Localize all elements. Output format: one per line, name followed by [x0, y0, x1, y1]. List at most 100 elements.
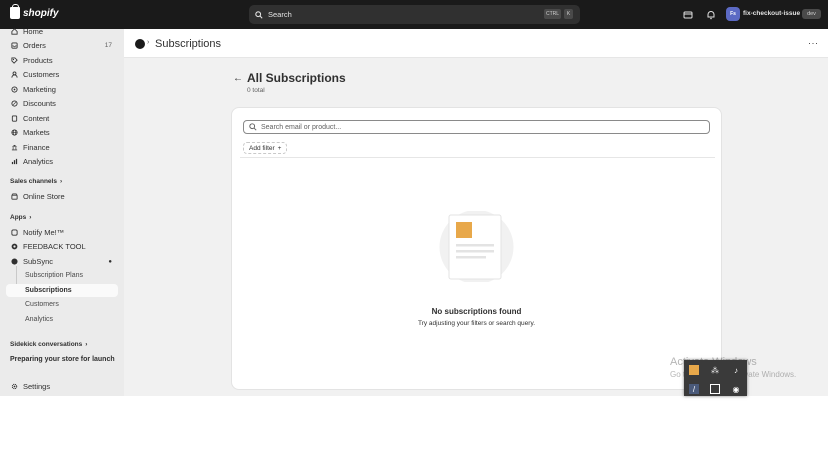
orders-count: 17	[104, 42, 112, 49]
sidebar-item-label: FEEDBACK TOOL	[23, 242, 86, 251]
search-placeholder: Search email or product...	[261, 123, 342, 131]
app-header-title: Subscriptions	[155, 38, 222, 50]
global-search[interactable]: Search CTRL K	[249, 5, 580, 24]
document-icon	[11, 115, 18, 122]
sidebar-item-label: Finance	[23, 143, 50, 152]
search-input[interactable]: Search email or product...	[243, 120, 710, 134]
breadcrumb-chevron-icon: ›	[147, 39, 150, 46]
store-name[interactable]: fix-checkout-issue	[743, 10, 800, 17]
app-tray-icon[interactable]	[689, 365, 699, 375]
sidebar-item-label: Markets	[23, 128, 50, 137]
search-icon	[255, 10, 263, 19]
sidebar-item-label: Online Store	[23, 192, 65, 201]
globe-icon	[11, 129, 18, 136]
empty-state-subtitle: Try adjusting your filters or search que…	[417, 320, 536, 327]
add-filter-button[interactable]: Add filter +	[243, 142, 288, 154]
shopify-logo[interactable]: shopify	[10, 4, 59, 19]
network-icon[interactable]: ⁂	[710, 365, 720, 375]
sidebar-item-label: Settings	[23, 382, 51, 391]
chevron-right-icon: ›	[85, 341, 88, 348]
target-icon	[11, 86, 18, 93]
steam-icon[interactable]: ◉	[731, 384, 741, 394]
app-icon	[11, 243, 18, 250]
sidebar-item-label: Analytics	[23, 157, 54, 166]
logo-text: shopify	[23, 7, 59, 19]
apps-heading[interactable]: Apps ›	[10, 214, 31, 221]
sidebar-subitem-label: Subscription Plans	[25, 272, 83, 279]
apps-label: Apps	[10, 214, 27, 221]
sidebar-subitem-label: Analytics	[25, 316, 54, 323]
sidebar-item-customers[interactable]: Customers	[6, 68, 118, 81]
app-icon	[11, 258, 18, 265]
home-icon	[11, 28, 18, 35]
sidebar-item-label: Notify Me!™	[23, 228, 65, 237]
sidebar-item-subsync[interactable]: SubSync ●	[6, 255, 118, 268]
sidebar-item-label: Content	[23, 114, 50, 123]
tag-icon	[11, 57, 18, 64]
app-header	[124, 29, 828, 58]
sidebar-item-label: Discounts	[23, 99, 56, 108]
gear-icon	[11, 383, 18, 390]
sidebar-item-markets[interactable]: Markets	[6, 126, 118, 139]
search-icon	[249, 123, 257, 131]
sidekick-label: Sidekick conversations	[10, 341, 83, 348]
sidebar-item-label: Orders	[23, 41, 46, 50]
chevron-right-icon: ›	[29, 214, 32, 221]
bottom-area	[0, 396, 828, 466]
sidebar-item-products[interactable]: Products	[6, 54, 118, 67]
sidebar-subitem-subscriptions[interactable]: Subscriptions	[6, 284, 118, 297]
launch-prep-link[interactable]: Preparing your store for launch	[10, 356, 115, 363]
sidebar-item-finance[interactable]: Finance	[6, 141, 118, 154]
sidebar-item-analytics[interactable]: Analytics	[6, 155, 118, 168]
top-bar: shopify Search CTRL K Fs fix-checkout-is…	[0, 0, 828, 29]
storefront-icon	[11, 193, 18, 200]
inbox-icon	[11, 42, 18, 49]
sidebar-item-orders[interactable]: Orders 17	[6, 39, 118, 52]
shortcut-k: K	[564, 9, 573, 19]
sales-channels-label: Sales channels	[10, 178, 57, 185]
sidebar-item-label: Customers	[23, 70, 60, 79]
bell-icon[interactable]	[704, 8, 717, 21]
bank-icon	[11, 144, 18, 151]
sidebar-item-online-store[interactable]: Online Store	[6, 190, 118, 203]
chevron-right-icon: ›	[59, 178, 63, 185]
search-label: Search	[268, 10, 292, 19]
sidebar-item-marketing[interactable]: Marketing	[6, 83, 118, 96]
pen-icon[interactable]: /	[689, 384, 699, 394]
sidebar-item-content[interactable]: Content	[6, 112, 118, 125]
filter-row	[240, 140, 715, 158]
sidebar-item-home[interactable]: Home	[6, 25, 118, 38]
store-icon[interactable]	[681, 8, 694, 21]
display-icon[interactable]	[710, 384, 720, 394]
avatar[interactable]: Fs	[726, 7, 740, 21]
shopify-bag-icon	[10, 4, 20, 19]
volume-icon[interactable]: ♪	[731, 365, 741, 375]
sales-channels-heading[interactable]: Sales channels ›	[10, 178, 62, 185]
pin-icon[interactable]: ●	[108, 259, 112, 265]
more-actions-icon[interactable]: ···	[808, 38, 819, 48]
env-badge: dev	[802, 9, 821, 19]
sidebar-item-settings[interactable]: Settings	[6, 380, 118, 393]
sidekick-heading[interactable]: Sidekick conversations ›	[10, 341, 87, 348]
sidebar-item-discounts[interactable]: Discounts	[6, 97, 118, 110]
sidebar-subitem-customers[interactable]: Customers	[6, 298, 118, 311]
app-logo-icon	[135, 39, 145, 49]
sidebar-subitem-label: Customers	[25, 301, 59, 308]
sidebar-item-label: Home	[23, 27, 44, 36]
add-filter-label: Add filter	[249, 144, 275, 152]
sidebar-item-label: SubSync	[23, 257, 54, 266]
plus-icon: +	[277, 144, 282, 152]
sidebar-item-feedback-tool[interactable]: FEEDBACK TOOL	[6, 240, 118, 253]
page-title: All Subscriptions	[247, 71, 346, 85]
total-count: 0 total	[247, 87, 265, 94]
empty-state-title: No subscriptions found	[431, 307, 522, 316]
shortcut-ctrl: CTRL	[544, 9, 561, 19]
system-tray-popup: ⁂ ♪ / ◉	[684, 360, 747, 396]
sidebar-subitem-analytics[interactable]: Analytics	[6, 313, 118, 326]
sidebar-subitem-subscription-plans[interactable]: Subscription Plans	[6, 269, 118, 282]
person-icon	[11, 71, 18, 78]
sidebar-item-notify-me[interactable]: Notify Me!™	[6, 226, 118, 239]
sidebar-item-label: Products	[23, 56, 53, 65]
back-arrow-icon[interactable]: ←	[233, 73, 243, 84]
empty-state-illustration	[439, 211, 514, 282]
